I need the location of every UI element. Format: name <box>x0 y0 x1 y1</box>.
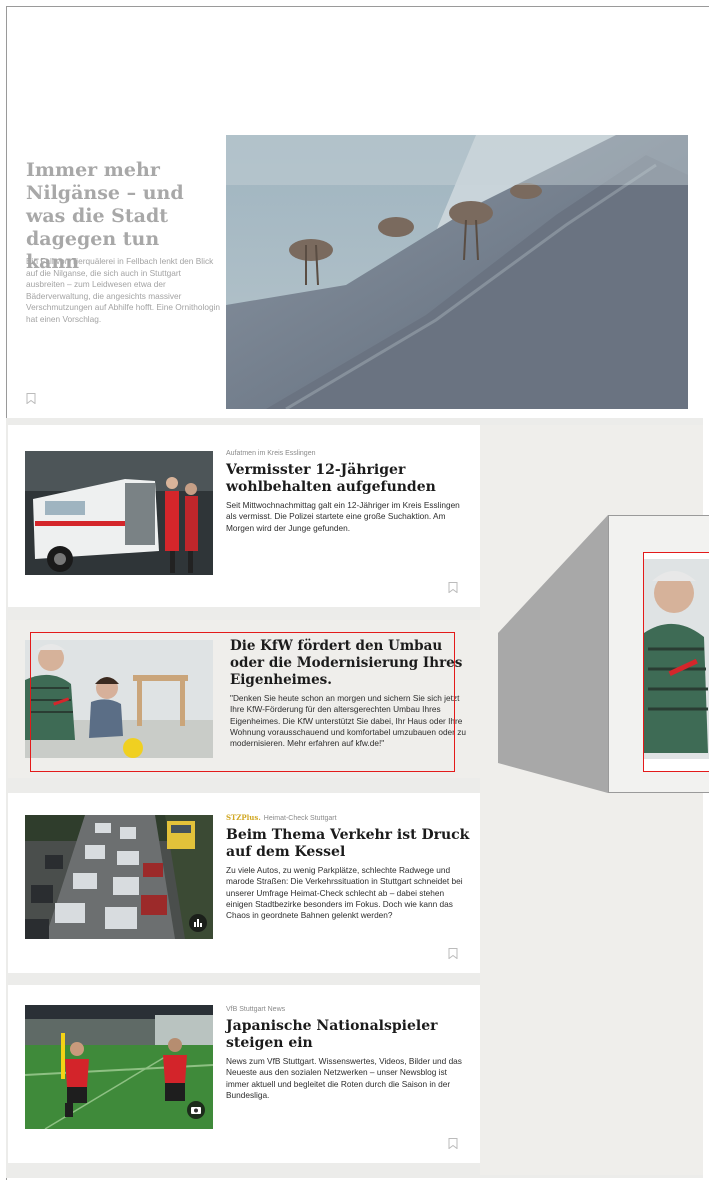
article-title[interactable]: Japanische Nationalspieler steigen ein <box>226 1018 472 1052</box>
hero-article[interactable]: Immer mehr Nilgänse – und was die Stadt … <box>14 135 700 415</box>
bookmark-icon[interactable] <box>448 948 458 959</box>
article-card[interactable]: VfB Stuttgart News Japanische Nationalsp… <box>8 985 480 1163</box>
stz-plus-brand: STZPlus. <box>226 813 261 822</box>
hero-image-nile-geese[interactable] <box>226 135 688 409</box>
zoom-callout <box>608 515 709 793</box>
article-card[interactable]: Aufatmen im Kreis Esslingen Vermisster 1… <box>8 425 480 607</box>
bookmark-icon[interactable] <box>448 1138 458 1149</box>
article-card[interactable]: STZPlus. Heimat-Check Stuttgart Beim Them… <box>8 793 480 973</box>
bookmark-icon[interactable] <box>448 582 458 593</box>
zoom-connector <box>498 515 608 793</box>
article-image-football-training[interactable] <box>25 1005 213 1129</box>
article-kicker[interactable]: VfB Stuttgart News <box>226 1005 472 1015</box>
bookmark-icon[interactable] <box>26 393 36 404</box>
article-body: STZPlus. Heimat-Check Stuttgart Beim Them… <box>226 813 472 921</box>
hero-teaser: Ein Fall von Tierquälerei in Fellbach le… <box>26 256 221 324</box>
article-kicker[interactable]: Aufatmen im Kreis Esslingen <box>226 449 472 459</box>
highlight-box <box>30 632 455 772</box>
article-title[interactable]: Beim Thema Verkehr ist Druck auf dem Kes… <box>226 827 472 861</box>
article-kicker[interactable]: STZPlus. Heimat-Check Stuttgart <box>226 813 472 824</box>
chart-badge-icon <box>189 914 207 932</box>
article-teaser: News zum VfB Stuttgart. Wissenswertes, V… <box>226 1056 462 1100</box>
article-image-traffic[interactable] <box>25 815 213 939</box>
article-body: VfB Stuttgart News Japanische Nationalsp… <box>226 1005 472 1101</box>
zoom-highlight <box>643 552 709 772</box>
article-title[interactable]: Vermisster 12-Jähriger wohlbehalten aufg… <box>226 462 472 496</box>
zoomed-ad-image <box>644 553 709 771</box>
article-body: Aufatmen im Kreis Esslingen Vermisster 1… <box>226 449 472 534</box>
article-image-rescue-vehicle[interactable] <box>25 451 213 575</box>
article-teaser: Zu viele Autos, zu wenig Parkplätze, sch… <box>226 865 463 921</box>
article-teaser: Seit Mittwochnachmittag galt ein 12-Jähr… <box>226 500 460 533</box>
camera-icon <box>187 1101 205 1119</box>
